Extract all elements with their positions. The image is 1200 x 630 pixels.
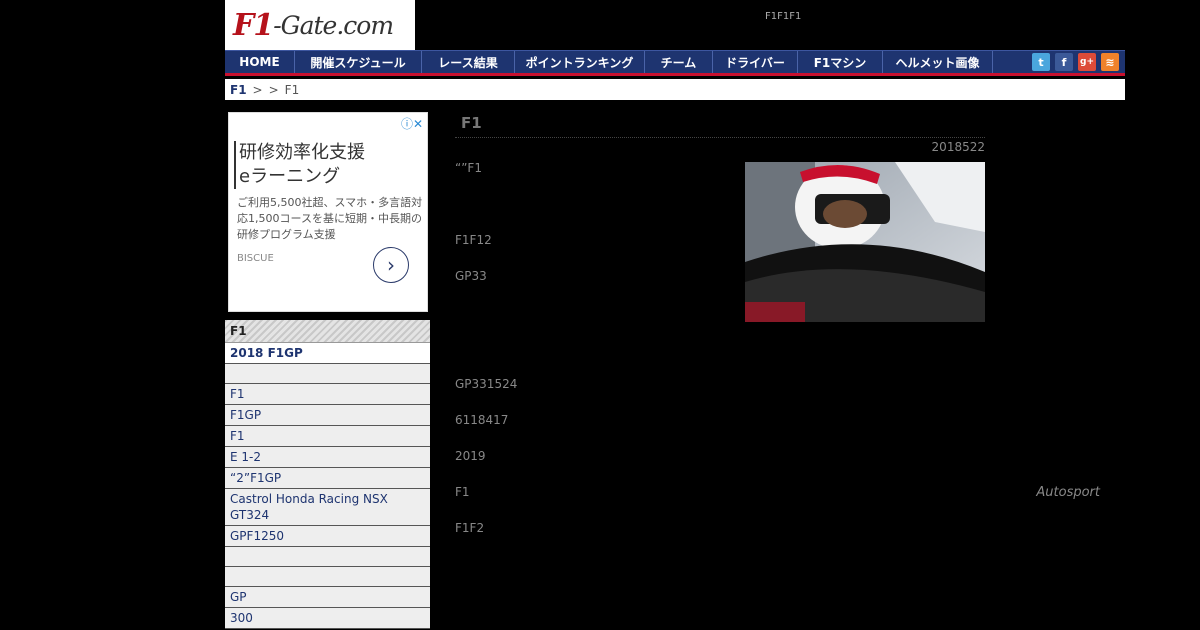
article-date: 2018522 bbox=[931, 140, 985, 154]
sidebar-item[interactable]: GPF1250 bbox=[225, 526, 430, 547]
ad-headline-line1: 研修効率化支援 bbox=[239, 142, 365, 163]
nav-ranking[interactable]: ポイントランキング bbox=[515, 51, 645, 73]
sidebar-item[interactable]: 300 bbox=[225, 608, 430, 629]
page-wrapper: F1 -Gate.com F1F1F1 HOME 開催スケジュール レース結果 … bbox=[225, 0, 1125, 630]
logo-sub: -Gate.com bbox=[273, 10, 394, 40]
sidebar-item[interactable]: E 1-2 bbox=[225, 447, 430, 468]
breadcrumb-separator: > bbox=[268, 82, 279, 97]
nav-teams[interactable]: チーム bbox=[645, 51, 713, 73]
twitter-icon[interactable]: t bbox=[1032, 53, 1050, 71]
nav-home[interactable]: HOME bbox=[225, 51, 295, 73]
breadcrumb-current: F1 bbox=[284, 82, 300, 97]
article-photo bbox=[745, 162, 985, 322]
sidebar-item[interactable] bbox=[225, 364, 430, 384]
nav-results[interactable]: レース結果 bbox=[422, 51, 515, 73]
main-nav: HOME 開催スケジュール レース結果 ポイントランキング チーム ドライバー … bbox=[225, 50, 1125, 76]
chevron-right-icon[interactable]: › bbox=[373, 247, 409, 283]
nav-helmets[interactable]: ヘルメット画像 bbox=[883, 51, 993, 73]
ad-info-icon[interactable]: ⓘ✕ bbox=[401, 115, 423, 132]
sidebar-item[interactable] bbox=[225, 547, 430, 567]
article-paragraph: F1F2 bbox=[455, 521, 485, 535]
nav-drivers[interactable]: ドライバー bbox=[713, 51, 798, 73]
breadcrumb-home[interactable]: F1 bbox=[230, 83, 247, 97]
social-icons: t f g+ ≋ bbox=[1032, 51, 1125, 73]
rss-icon[interactable]: ≋ bbox=[1101, 53, 1119, 71]
ad-headline-line2: eラーニング bbox=[239, 166, 341, 187]
sidebar-item[interactable]: F1 bbox=[225, 426, 430, 447]
google-plus-icon[interactable]: g+ bbox=[1078, 53, 1096, 71]
ad-brand: BISCUE bbox=[237, 253, 274, 264]
advertisement[interactable]: ⓘ✕ 研修効率化支援 eラーニング ご利用5,500社超、スマホ・多言語対応1,… bbox=[228, 112, 428, 312]
sidebar-item[interactable]: F1 bbox=[225, 384, 430, 405]
nav-machines[interactable]: F1マシン bbox=[798, 51, 883, 73]
sidebar-item[interactable]: “2”F1GP bbox=[225, 468, 430, 489]
article-paragraph: 2019 bbox=[455, 449, 486, 463]
ad-description: ご利用5,500社超、スマホ・多言語対応1,500コースを基に短期・中長期の研修… bbox=[237, 196, 423, 241]
facebook-icon[interactable]: f bbox=[1055, 53, 1073, 71]
article-paragraph: F1F12 bbox=[455, 233, 492, 247]
driver-cockpit-image bbox=[745, 162, 985, 322]
article-paragraph: GP33 bbox=[455, 269, 487, 283]
breadcrumb: F1 > > F1 bbox=[225, 79, 1125, 100]
sidebar-item[interactable]: 2018 F1GP bbox=[225, 343, 430, 364]
article-paragraph: 6118417 bbox=[455, 413, 509, 427]
sidebar-item[interactable]: F1GP bbox=[225, 405, 430, 426]
sidebar-item[interactable]: Castrol Honda Racing NSX GT324 bbox=[225, 489, 430, 526]
ad-headline: 研修効率化支援 eラーニング bbox=[234, 141, 365, 189]
sidebar-menu: F1 2018 F1GP F1 F1GP F1 E 1-2 “2”F1GP Ca… bbox=[225, 320, 430, 629]
article-paragraph: GP331524 bbox=[455, 377, 518, 391]
site-logo[interactable]: F1 -Gate.com bbox=[225, 0, 415, 50]
logo-main: F1 bbox=[233, 7, 274, 43]
header-tagline: F1F1F1 bbox=[765, 11, 802, 22]
article-paragraph: “”F1 bbox=[455, 161, 482, 175]
sidebar-header: F1 bbox=[225, 320, 430, 343]
breadcrumb-separator: > bbox=[252, 82, 263, 97]
photo-credit: Autosport bbox=[1036, 485, 1100, 500]
article-title: F1 bbox=[455, 114, 985, 138]
sidebar-item[interactable]: GP bbox=[225, 587, 430, 608]
sidebar-item[interactable] bbox=[225, 567, 430, 587]
article-paragraph: F1 bbox=[455, 485, 470, 499]
nav-schedule[interactable]: 開催スケジュール bbox=[295, 51, 422, 73]
